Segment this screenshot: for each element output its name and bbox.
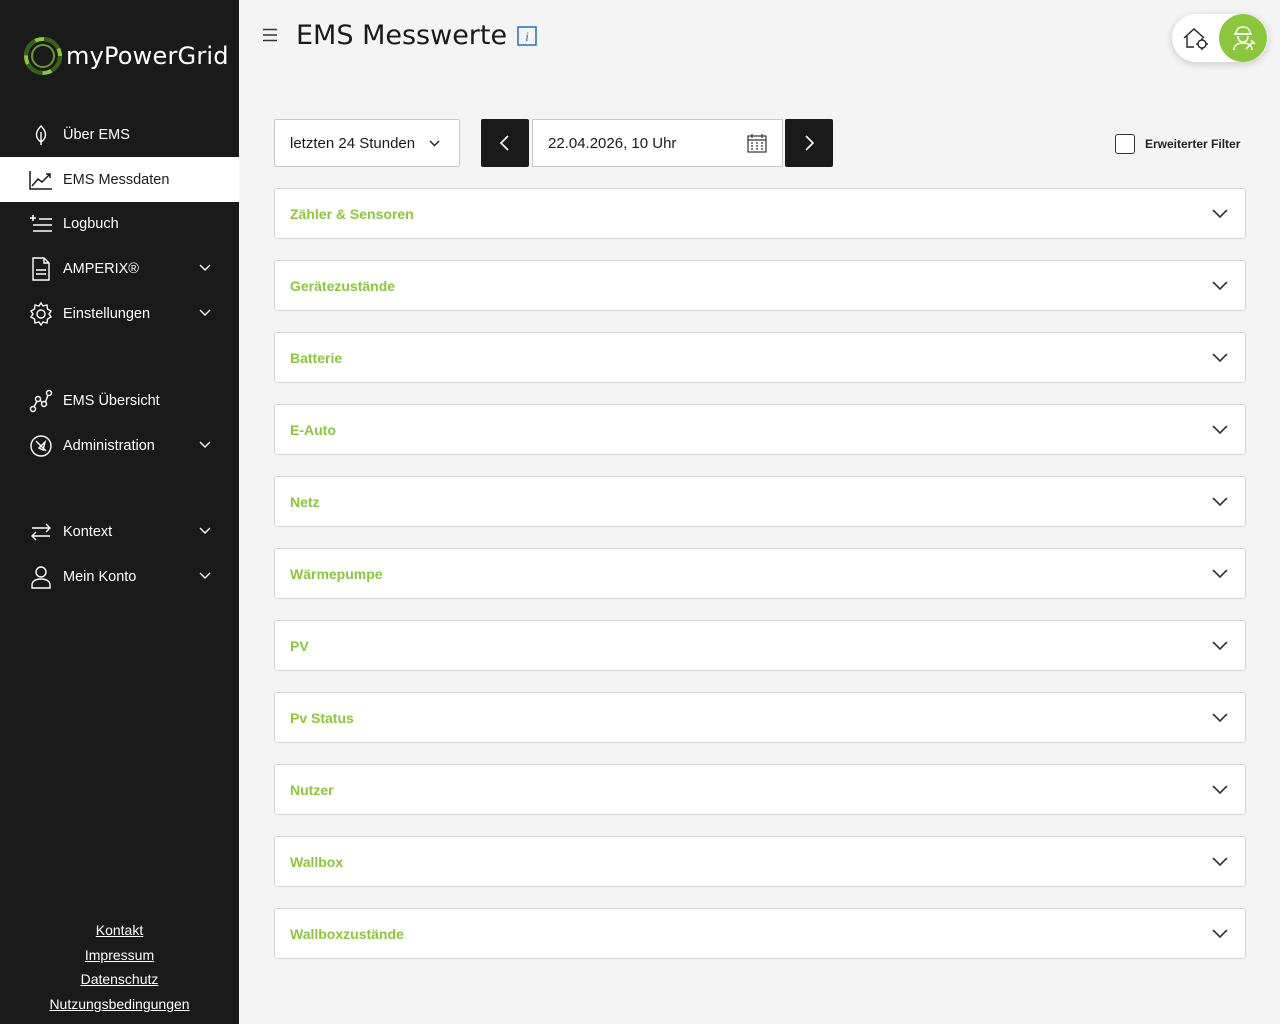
accordion-section[interactable]: Pv Status: [274, 692, 1246, 743]
logo[interactable]: myPowerGrid: [24, 36, 229, 76]
accordion-section-title: E-Auto: [290, 422, 336, 438]
chevron-down-icon[interactable]: [198, 438, 212, 452]
accordion-section[interactable]: E-Auto: [274, 404, 1246, 455]
accordion-section-title: Netz: [290, 494, 320, 510]
extended-filter-label: Erweiterter Filter: [1145, 137, 1241, 151]
accordion-section-title: Zähler & Sensoren: [290, 206, 414, 222]
accordion-section[interactable]: Nutzer: [274, 764, 1246, 815]
sidebar-item-label: Administration: [63, 437, 155, 454]
date-input[interactable]: 22.04.2026, 10 Uhr: [532, 119, 783, 167]
accordion-section[interactable]: PV: [274, 620, 1246, 671]
accordion-section-title: Gerätezustände: [290, 278, 396, 294]
technician-button[interactable]: [1219, 14, 1267, 62]
time-range-value: letzten 24 Stunden: [290, 134, 416, 152]
sidebar-item-amperix[interactable]: AMPERIX®: [0, 246, 239, 291]
chevron-down-icon: [1212, 353, 1228, 363]
accordion-section-title: Pv Status: [290, 710, 354, 726]
date-value: 22.04.2026, 10 Uhr: [548, 134, 677, 152]
home-settings-icon[interactable]: [1180, 22, 1212, 54]
extended-filter-checkbox[interactable]: [1115, 134, 1135, 154]
quick-actions: [1172, 14, 1268, 62]
sidebar-item-kontext[interactable]: Kontext: [0, 509, 239, 554]
logo-icon: [24, 37, 62, 75]
accordion-section[interactable]: Batterie: [274, 332, 1246, 383]
accordion-section-title: Wärmepumpe: [290, 566, 383, 582]
sidebar-item-logbuch[interactable]: Logbuch: [0, 201, 239, 246]
svg-text:i: i: [525, 29, 529, 44]
chevron-down-icon[interactable]: [198, 261, 212, 275]
chevron-down-icon: [1212, 641, 1228, 651]
accordion-section[interactable]: Wallboxzustände: [274, 908, 1246, 959]
accordion-section[interactable]: Zähler & Sensoren: [274, 188, 1246, 239]
accordion-section-title: Wallbox: [290, 854, 344, 870]
previous-period-button[interactable]: [481, 119, 529, 167]
accordion-section-title: PV: [290, 638, 309, 654]
link-datenschutz[interactable]: Datenschutz: [0, 969, 239, 994]
accordion-section[interactable]: Wallbox: [274, 836, 1246, 887]
chevron-down-icon: [1212, 785, 1228, 795]
accordion-section[interactable]: Gerätezustände: [274, 260, 1246, 311]
leaf-icon: [28, 122, 54, 148]
chevron-down-icon: [1212, 929, 1228, 939]
sidebar-item-label: Mein Konto: [63, 568, 137, 585]
list-add-icon: [28, 211, 54, 237]
sidebar-item-ueber-ems[interactable]: Über EMS: [0, 112, 239, 157]
sidebar-item-label: EMS Übersicht: [63, 392, 160, 409]
chevron-down-icon: [1212, 497, 1228, 507]
sidebar-item-label: AMPERIX®: [63, 260, 139, 277]
next-period-button[interactable]: [785, 119, 833, 167]
sidebar-item-label: Einstellungen: [63, 305, 151, 322]
sidebar-item-label: Logbuch: [63, 215, 119, 232]
sidebar-item-administration[interactable]: Administration: [0, 423, 239, 468]
chevron-down-icon[interactable]: [198, 306, 212, 320]
chevron-right-icon: [805, 135, 815, 151]
chevron-down-icon: [1212, 281, 1228, 291]
sidebar-item-label: Kontext: [63, 523, 113, 540]
sidebar-item-label: EMS Messdaten: [63, 171, 170, 188]
extended-filter[interactable]: Erweiterter Filter: [1115, 134, 1240, 154]
network-graph-icon: [28, 388, 54, 414]
sidebar-item-ems-messdaten[interactable]: EMS Messdaten: [0, 157, 239, 202]
compass-icon: [28, 433, 54, 459]
line-chart-icon: [28, 167, 54, 193]
gear-icon: [28, 301, 54, 327]
user-icon: [28, 564, 54, 590]
chevron-down-icon[interactable]: [198, 524, 212, 538]
sidebar-item-ems-uebersicht[interactable]: EMS Übersicht: [0, 378, 239, 423]
sidebar: myPowerGrid Über EMS EMS Messdaten Logbu…: [0, 0, 239, 1024]
info-icon[interactable]: i: [517, 26, 537, 46]
accordion-section-title: Wallboxzustände: [290, 926, 404, 942]
page-title: EMS Messwerte: [296, 20, 508, 51]
accordion-section[interactable]: Wärmepumpe: [274, 548, 1246, 599]
logo-text: myPowerGrid: [66, 42, 229, 70]
sidebar-item-label: Über EMS: [63, 126, 130, 143]
accordion-section-title: Batterie: [290, 350, 343, 366]
link-kontakt[interactable]: Kontakt: [0, 920, 239, 945]
chevron-down-icon: [1212, 209, 1228, 219]
document-icon: [28, 256, 54, 282]
chevron-down-icon: [1212, 425, 1228, 435]
time-range-select[interactable]: letzten 24 Stunden: [274, 119, 460, 167]
hamburger-menu-icon[interactable]: [261, 26, 279, 44]
chevron-down-icon: [1212, 713, 1228, 723]
link-nutzungsbedingungen[interactable]: Nutzungsbedingungen: [0, 994, 239, 1019]
chevron-down-icon: [1212, 857, 1228, 867]
technician-icon: [1233, 26, 1256, 51]
accordion-section-title: Nutzer: [290, 782, 334, 798]
chevron-left-icon: [499, 135, 509, 151]
sidebar-item-einstellungen[interactable]: Einstellungen: [0, 291, 239, 336]
chevron-down-icon: [429, 140, 440, 147]
footer-links: Kontakt Impressum Datenschutz Nutzungsbe…: [0, 920, 239, 1019]
chevron-down-icon[interactable]: [198, 569, 212, 583]
calendar-icon[interactable]: [747, 133, 767, 153]
swap-arrows-icon: [28, 519, 54, 545]
link-impressum[interactable]: Impressum: [0, 945, 239, 970]
accordion-section[interactable]: Netz: [274, 476, 1246, 527]
chevron-down-icon: [1212, 569, 1228, 579]
sidebar-item-mein-konto[interactable]: Mein Konto: [0, 554, 239, 599]
